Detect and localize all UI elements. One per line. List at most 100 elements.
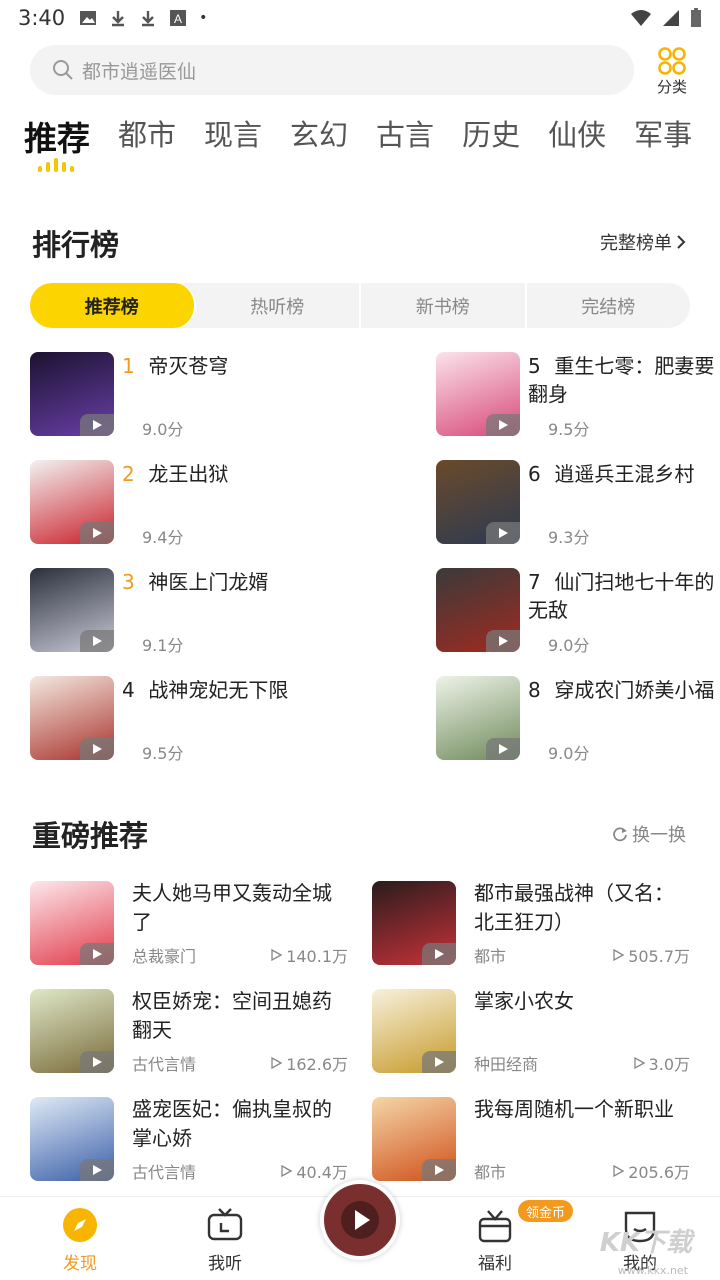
rank-number: 1	[122, 354, 135, 378]
rank-number: 2	[122, 462, 135, 486]
tab-modern-romance[interactable]: 现言	[204, 112, 262, 172]
tab-ancient-romance[interactable]: 古言	[376, 112, 434, 172]
tab-xianxia[interactable]: 仙侠	[548, 112, 606, 172]
play-badge	[486, 414, 520, 436]
status-notification-icons: A •	[79, 9, 207, 27]
ranking-item[interactable]: 6 逍遥兵王混乡村 9.3分	[436, 460, 720, 547]
book-title: 都市最强战神（又名：北王狂刀）	[474, 881, 674, 934]
rank-number: 3	[122, 570, 135, 594]
book-score: 9.5分	[142, 744, 184, 763]
ranking-item-title: 4 战神宠妃无下限	[122, 676, 402, 704]
ranking-item[interactable]: 4 战神宠妃无下限 9.5分	[30, 676, 360, 763]
play-icon	[93, 528, 102, 538]
full-ranking-link[interactable]: 完整榜单	[600, 229, 686, 255]
coin-badge: 领金币	[518, 1200, 574, 1222]
featured-item[interactable]: 都市最强战神（又名：北王狂刀） 都市 505.7万	[372, 881, 690, 967]
play-icon	[499, 528, 508, 538]
ranking-tabs: 推荐榜 热听榜 新书榜 完结榜	[30, 283, 690, 328]
nav-discover[interactable]: 发现	[40, 1207, 120, 1274]
book-cover[interactable]	[30, 460, 114, 544]
tab-hot-rank[interactable]: 热听榜	[196, 283, 361, 328]
tab-new-rank[interactable]: 新书榜	[361, 283, 527, 328]
rank-number: 7	[528, 570, 541, 594]
book-cover[interactable]	[372, 989, 456, 1073]
featured-item[interactable]: 权臣娇宠：空间丑媳药翻天 古代言情 162.6万	[30, 989, 348, 1074]
play-icon	[435, 1165, 444, 1175]
compass-icon	[62, 1207, 98, 1243]
book-cover[interactable]	[30, 1097, 114, 1181]
refresh-button[interactable]: 换一换	[612, 821, 686, 847]
battery-icon	[691, 8, 701, 27]
tab-fantasy[interactable]: 玄幻	[290, 112, 348, 172]
tab-recommend[interactable]: 推荐	[24, 112, 90, 172]
rank-number: 5	[528, 354, 541, 378]
tab-recommend-rank[interactable]: 推荐榜	[30, 283, 196, 328]
featured-item[interactable]: 盛宠医妃：偏执皇叔的掌心娇 古代言情 40.4万	[30, 1097, 348, 1182]
book-title: 逍遥兵王混乡村	[554, 462, 695, 486]
book-title: 战神宠妃无下限	[148, 678, 289, 702]
ranking-item[interactable]: 7 仙门扫地七十年的无敌 9.0分	[436, 568, 720, 655]
play-badge	[422, 943, 456, 965]
grid-icon	[658, 47, 686, 75]
gift-icon	[477, 1207, 513, 1243]
ranking-item[interactable]: 1 帝灭苍穹 9.0分	[30, 352, 360, 439]
watermark-url: www.kkx.net	[617, 1264, 688, 1277]
play-icon	[341, 1201, 379, 1239]
featured-item[interactable]: 我每周随机一个新职业 都市 205.6万	[372, 1097, 690, 1183]
tab-military[interactable]: 军事	[634, 112, 692, 172]
book-genre: 都市	[474, 947, 507, 966]
book-cover[interactable]	[30, 568, 114, 652]
play-icon	[93, 744, 102, 754]
search-input[interactable]: 都市逍遥医仙	[30, 45, 634, 95]
ranking-item[interactable]: 2 龙王出狱 9.4分	[30, 460, 360, 547]
mini-player-button[interactable]	[320, 1180, 400, 1260]
ranking-item[interactable]: 5 重生七零：肥妻要翻身 9.5分	[436, 352, 720, 439]
book-score: 9.3分	[548, 528, 590, 547]
ranking-item-title: 6 逍遥兵王混乡村	[528, 460, 720, 518]
ranking-item[interactable]: 8 穿成农门娇美小福 9.0分	[436, 676, 720, 763]
nav-listening[interactable]: 我听	[185, 1207, 265, 1274]
book-cover[interactable]	[30, 881, 114, 965]
book-cover[interactable]	[436, 460, 520, 544]
play-badge	[80, 738, 114, 760]
search-icon	[53, 60, 73, 80]
book-title: 帝灭苍穹	[148, 354, 229, 378]
featured-item[interactable]: 掌家小农女 种田经商 3.0万	[372, 989, 690, 1074]
play-icon	[499, 744, 508, 754]
featured-title: 重磅推荐	[32, 819, 149, 853]
featured-item[interactable]: 夫人她马甲又轰动全城了 总裁豪门 140.1万	[30, 881, 348, 966]
rank-number: 6	[528, 462, 541, 486]
play-badge	[80, 630, 114, 652]
book-cover[interactable]	[436, 568, 520, 652]
play-outline-icon	[613, 949, 625, 961]
play-count-value: 3.0万	[648, 1055, 690, 1074]
book-title: 龙王出狱	[148, 462, 229, 486]
tab-history[interactable]: 历史	[462, 112, 520, 172]
ranking-item-title: 3 神医上门龙婿	[122, 568, 402, 596]
book-cover[interactable]	[372, 881, 456, 965]
play-badge	[486, 630, 520, 652]
rank-number: 4	[122, 678, 135, 702]
play-badge	[486, 738, 520, 760]
ranking-item[interactable]: 3 神医上门龙婿 9.1分	[30, 568, 360, 655]
book-score: 9.0分	[548, 744, 590, 763]
book-cover[interactable]	[436, 352, 520, 436]
tab-finished-rank[interactable]: 完结榜	[527, 283, 691, 328]
book-cover[interactable]	[30, 676, 114, 760]
play-badge	[486, 522, 520, 544]
play-icon	[435, 949, 444, 959]
tab-urban[interactable]: 都市	[118, 112, 176, 172]
play-badge	[422, 1051, 456, 1073]
play-count: 205.6万	[613, 1159, 690, 1183]
play-badge	[80, 943, 114, 965]
book-cover[interactable]	[30, 989, 114, 1073]
book-cover[interactable]	[30, 352, 114, 436]
play-count-value: 505.7万	[628, 947, 690, 966]
book-cover[interactable]	[372, 1097, 456, 1181]
book-genre: 总裁豪门	[132, 947, 197, 966]
category-button[interactable]: 分类	[642, 46, 702, 97]
book-cover[interactable]	[436, 676, 520, 760]
play-count: 505.7万	[613, 943, 690, 967]
book-title: 掌家小农女	[474, 989, 574, 1013]
play-badge	[80, 1159, 114, 1181]
